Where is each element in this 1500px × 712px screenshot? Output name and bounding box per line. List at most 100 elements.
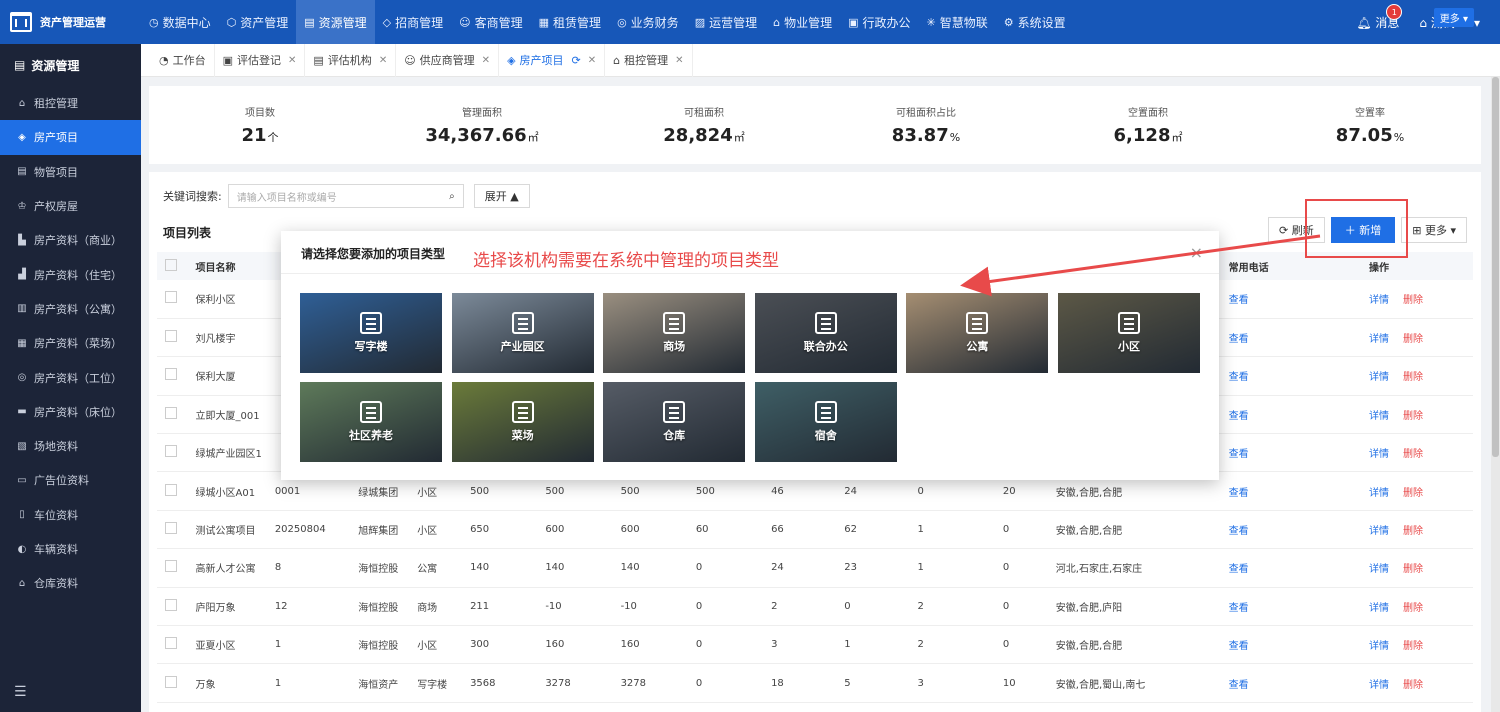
detail-link[interactable]: 详情: [1369, 526, 1389, 537]
expand-button[interactable]: 展开 ▲: [473, 184, 530, 208]
project-type-card[interactable]: 产业园区: [451, 293, 594, 373]
row-checkbox[interactable]: [165, 445, 177, 458]
sidebar-item[interactable]: ▙ 房产资料（商业）: [0, 223, 141, 257]
top-nav-item[interactable]: ◎ 业务财务: [609, 0, 687, 44]
table-row[interactable]: 亚夏小区 1 海恒控股 小区 300 160 160 0 3 1 2 0 安徽,合肥,合肥 查看 详情 删除: [157, 625, 1473, 665]
project-type-card[interactable]: 菜场: [451, 382, 594, 462]
collapse-menu-icon[interactable]: ☰: [14, 684, 27, 700]
close-icon[interactable]: ✕: [675, 55, 683, 66]
close-icon[interactable]: ✕: [288, 55, 296, 66]
sidebar-item[interactable]: ◎ 房产资料（工位）: [0, 360, 141, 394]
close-icon[interactable]: ✕: [588, 55, 596, 66]
row-checkbox[interactable]: [165, 598, 177, 611]
sidebar-item[interactable]: ♔ 产权房屋: [0, 189, 141, 223]
top-nav-item[interactable]: ▣ 行政办公: [840, 0, 918, 44]
tab[interactable]: ⌂ 租控管理 ✕: [605, 43, 693, 77]
sidebar-item[interactable]: ▬ 房产资料（床位）: [0, 395, 141, 429]
project-type-card[interactable]: 仓库: [603, 382, 746, 462]
detail-link[interactable]: 详情: [1369, 564, 1389, 575]
close-icon[interactable]: ×: [1190, 243, 1203, 262]
detail-link[interactable]: 详情: [1369, 488, 1389, 499]
view-link[interactable]: 查看: [1229, 488, 1249, 499]
sidebar-item[interactable]: ▯ 车位资料: [0, 498, 141, 532]
row-checkbox[interactable]: [165, 368, 177, 381]
top-nav-item[interactable]: ▦ 租赁管理: [531, 0, 609, 44]
delete-link[interactable]: 删除: [1403, 372, 1423, 383]
detail-link[interactable]: 详情: [1369, 295, 1389, 306]
table-row[interactable]: 高新人才公寓 8 海恒控股 公寓 140 140 140 0 24 23 1 0 河北,石家庄,石家庄查…: [157, 548, 1473, 588]
row-checkbox[interactable]: [165, 675, 177, 688]
row-checkbox[interactable]: [165, 522, 177, 535]
top-nav-item[interactable]: ◇ 招商管理: [375, 0, 451, 44]
project-type-card[interactable]: 小区: [1058, 293, 1200, 373]
tab[interactable]: ◔ 工作台: [151, 43, 215, 77]
sidebar-item[interactable]: ▦ 房产资料（菜场）: [0, 326, 141, 360]
sidebar-item[interactable]: ⌂ 仓库资料: [0, 566, 141, 600]
close-icon[interactable]: ✕: [379, 55, 387, 66]
delete-link[interactable]: 删除: [1403, 295, 1423, 306]
view-link[interactable]: 查看: [1229, 564, 1249, 575]
project-type-card[interactable]: 联合办公: [754, 293, 897, 373]
view-link[interactable]: 查看: [1229, 680, 1249, 691]
delete-link[interactable]: 删除: [1403, 564, 1423, 575]
sidebar-item[interactable]: ▤ 物管项目: [0, 155, 141, 189]
top-nav-item[interactable]: ⌂ 物业管理: [765, 0, 840, 44]
detail-link[interactable]: 详情: [1369, 680, 1389, 691]
top-nav-item[interactable]: ▨ 运营管理: [687, 0, 765, 44]
detail-link[interactable]: 详情: [1369, 372, 1389, 383]
delete-link[interactable]: 删除: [1403, 411, 1423, 422]
delete-link[interactable]: 删除: [1403, 449, 1423, 460]
select-all-checkbox[interactable]: [165, 258, 177, 271]
detail-link[interactable]: 详情: [1369, 603, 1389, 614]
top-nav-item[interactable]: ⚙ 系统设置: [996, 0, 1074, 44]
tabs-more-button[interactable]: 更多 ▾: [1433, 8, 1474, 27]
project-type-card[interactable]: 公寓: [906, 293, 1049, 373]
detail-link[interactable]: 详情: [1369, 411, 1389, 422]
view-link[interactable]: 查看: [1229, 411, 1249, 422]
view-link[interactable]: 查看: [1229, 372, 1249, 383]
table-row[interactable]: 庐阳万象 12 海恒控股 商场 211 -10 -10 0 2 0 2 0 安徽,合肥,庐阳 查看 详情 删除: [157, 587, 1473, 627]
table-row[interactable]: 测试公寓项目 20250804 旭辉集团 小区 650 600 600 60 66 62 1 0 安徽,…: [157, 510, 1473, 550]
refresh-icon[interactable]: ⟳: [572, 54, 581, 67]
app-logo[interactable]: 资产管理运营: [0, 0, 141, 44]
close-icon[interactable]: ✕: [482, 55, 490, 66]
row-checkbox[interactable]: [165, 560, 177, 573]
view-link[interactable]: 查看: [1229, 449, 1249, 460]
table-row[interactable]: 万象 1 海恒资产 写字楼 3568 3278 3278 0 18 5 3 10 安徽,合肥,蜀山,南七…: [157, 663, 1473, 703]
tab[interactable]: ▣ 评估登记 ✕: [215, 43, 306, 77]
project-type-card[interactable]: 商场: [603, 293, 746, 373]
sidebar-item[interactable]: ⌂ 租控管理: [0, 86, 141, 120]
tab[interactable]: ◈ 房产项目 ⟳ ✕: [499, 43, 606, 77]
view-link[interactable]: 查看: [1229, 334, 1249, 345]
delete-link[interactable]: 删除: [1403, 526, 1423, 537]
delete-link[interactable]: 删除: [1403, 641, 1423, 652]
more-button[interactable]: ⊞ 更多 ▾: [1401, 217, 1467, 243]
tab[interactable]: ▤ 评估机构 ✕: [305, 43, 397, 77]
top-nav-item[interactable]: ✳ 智慧物联: [919, 0, 996, 44]
detail-link[interactable]: 详情: [1369, 334, 1389, 345]
detail-link[interactable]: 详情: [1369, 641, 1389, 652]
project-type-card[interactable]: 写字楼: [300, 293, 442, 373]
sidebar-item[interactable]: ▭ 广告位资料: [0, 463, 141, 497]
sidebar-item[interactable]: ▧ 场地资料: [0, 429, 141, 463]
row-checkbox[interactable]: [165, 637, 177, 650]
top-nav-item[interactable]: ◷ 数据中心: [141, 0, 219, 44]
view-link[interactable]: 查看: [1229, 641, 1249, 652]
delete-link[interactable]: 删除: [1403, 334, 1423, 345]
row-checkbox[interactable]: [165, 291, 177, 304]
sidebar-item[interactable]: ◈ 房产项目: [0, 120, 141, 155]
sidebar-item[interactable]: ◐ 车辆资料: [0, 532, 141, 566]
page-scrollbar[interactable]: [1491, 77, 1500, 712]
detail-link[interactable]: 详情: [1369, 449, 1389, 460]
delete-link[interactable]: 删除: [1403, 488, 1423, 499]
search-input[interactable]: 请输入项目名称或编号 ⌕: [227, 184, 464, 208]
row-checkbox[interactable]: [165, 406, 177, 419]
scrollbar-thumb[interactable]: [1492, 77, 1499, 457]
sidebar-item[interactable]: ▟ 房产资料（住宅）: [0, 257, 141, 291]
tab[interactable]: ☺ 供应商管理 ✕: [396, 43, 500, 77]
row-checkbox[interactable]: [165, 330, 177, 343]
top-nav-item[interactable]: ⬡ 资产管理: [219, 0, 297, 44]
row-checkbox[interactable]: [165, 483, 177, 496]
view-link[interactable]: 查看: [1229, 526, 1249, 537]
view-link[interactable]: 查看: [1229, 603, 1249, 614]
